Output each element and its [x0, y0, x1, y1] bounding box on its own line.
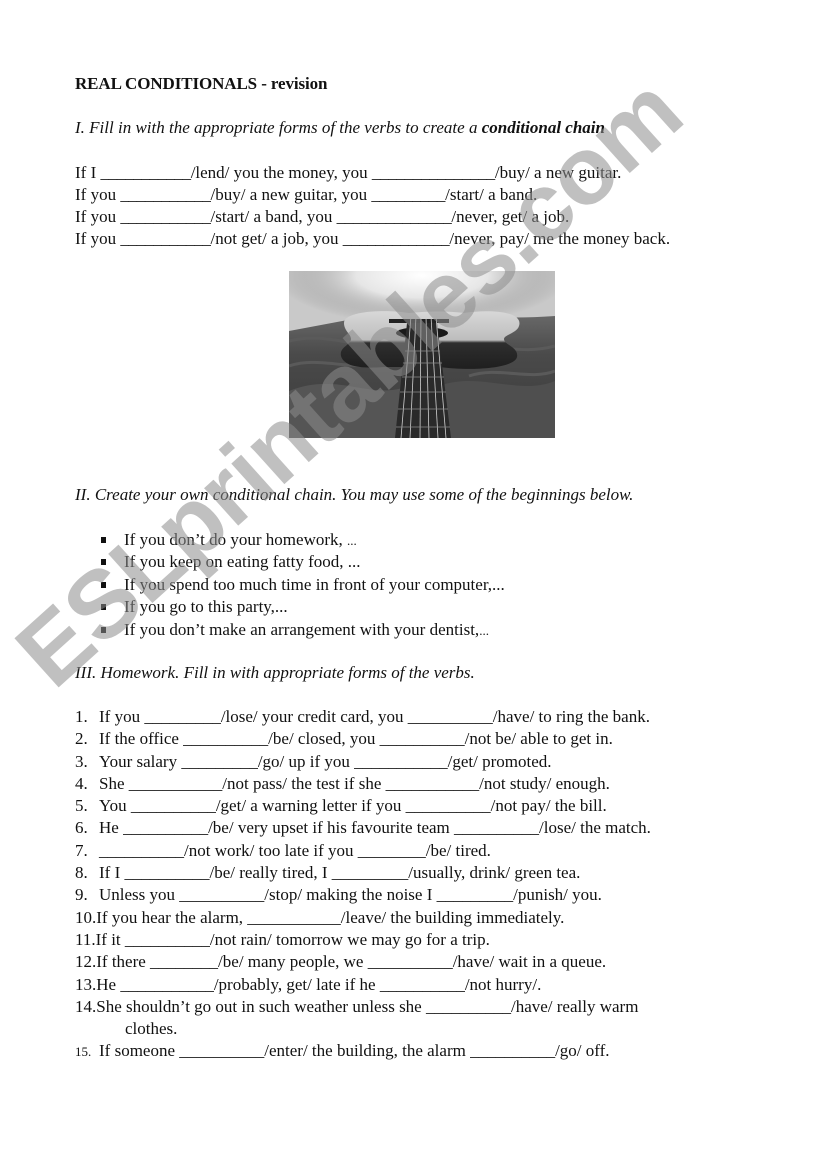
square-bullet-icon [101, 604, 106, 611]
list-item-text-main: If you go to this party,... [124, 597, 288, 617]
answer-blank[interactable]: _________ [371, 185, 445, 204]
exercise-item: 6. He __________/be/ very upset if his fa… [75, 817, 651, 839]
exercise-number: 14. [75, 996, 97, 1016]
answer-blank[interactable]: _____________ [343, 229, 450, 248]
answer-blank[interactable]: _______________ [372, 163, 495, 182]
exercise-text[interactable]: Unless you __________/stop/ making the n… [99, 885, 602, 904]
exercise-item: 8. If I __________/be/ really tired, I __… [75, 862, 651, 884]
section1-instruction-bold: conditional chain [481, 118, 605, 137]
list-item-text-main: If you keep on eating fatty food, ... [124, 552, 361, 572]
chain-line: If you ___________/not get/ a job, you _… [75, 228, 670, 250]
homework-list: 1. If you _________/lose/ your credit car… [75, 706, 651, 1063]
exercise-number: 10. [75, 907, 97, 927]
exercise-number: 2. [75, 729, 88, 749]
line-text: If you [75, 229, 121, 248]
answer-blank[interactable]: ______________ [337, 207, 452, 226]
guitar-photo-illustration [289, 271, 555, 438]
exercise-number: 7. [75, 840, 88, 860]
exercise-text[interactable]: If you _________/lose/ your credit card,… [99, 707, 650, 726]
list-item-text: If you go to this party,... [124, 596, 288, 618]
exercise-item: 9. Unless you __________/stop/ making the… [75, 884, 651, 906]
square-bullet-icon [101, 626, 106, 633]
line-text: If I [75, 163, 101, 182]
exercise-text[interactable]: __________/not work/ too late if you ___… [99, 841, 491, 860]
exercise-text[interactable]: You __________/get/ a warning letter if … [99, 796, 607, 815]
line-text: /buy/ a new guitar, you [210, 185, 372, 204]
list-item-text: If you don’t do your homework, ... [124, 529, 357, 552]
exercise-item: 3. Your salary _________/go/ up if you __… [75, 751, 651, 773]
exercise-continuation: clothes. [125, 1019, 178, 1039]
list-item-ellipsis: ... [479, 622, 489, 638]
exercise-item: 2. If the office __________/be/ closed, y… [75, 728, 651, 750]
exercise-text[interactable]: If the office __________/be/ closed, you… [99, 729, 613, 748]
answer-blank[interactable]: ___________ [120, 185, 211, 204]
exercise-item: 11.If it __________/not rain/ tomorrow w… [75, 929, 651, 951]
list-item-text-main: If you don’t do your homework, [124, 530, 348, 549]
list-item-text-main: If you spend too much time in front of y… [124, 574, 505, 594]
exercise-number: 3. [75, 751, 88, 771]
exercise-number: 1. [75, 707, 88, 726]
list-item-text: If you spend too much time in front of y… [124, 574, 505, 596]
line-text: /not get/ a job, you [210, 229, 343, 248]
square-bullet-icon [101, 581, 106, 588]
line-text: /never, pay/ me the money back. [449, 229, 671, 248]
exercise-text[interactable]: He __________/be/ very upset if his favo… [99, 818, 651, 837]
exercise-item: 12.If there ________/be/ many people, we… [75, 951, 651, 973]
line-text: If you [75, 185, 121, 204]
line-text: /buy/ a new guitar. [494, 163, 622, 182]
exercise-item: 10.If you hear the alarm, ___________/le… [75, 907, 651, 929]
list-item-text: If you keep on eating fatty food, ... [124, 551, 361, 573]
exercise-text[interactable]: If someone __________/enter/ the buildin… [99, 1041, 610, 1060]
answer-blank[interactable]: ___________ [120, 229, 211, 248]
list-item-text: If you don’t make an arrangement with yo… [124, 619, 489, 642]
section3-instruction: III. Homework. Fill in with appropriate … [75, 663, 475, 682]
exercise-text[interactable]: Your salary _________/go/ up if you ____… [99, 752, 552, 771]
exercise-text[interactable]: If you hear the alarm, ___________/leave… [96, 908, 564, 927]
exercise-item: 15. If someone __________/enter/ the buil… [75, 1040, 651, 1062]
exercise-item: 4. She ___________/not pass/ the test if … [75, 773, 651, 795]
square-bullet-icon [101, 537, 106, 543]
chain-line: If you ___________/start/ a band, you __… [75, 206, 569, 228]
exercise-number: 15. [75, 1044, 92, 1060]
answer-blank[interactable]: ___________ [100, 163, 191, 182]
exercise-text[interactable]: If I __________/be/ really tired, I ____… [99, 863, 580, 882]
list-item-text-main: If you don’t make an arrangement with yo… [124, 619, 480, 639]
exercise-number: 4. [75, 773, 88, 793]
chain-line: If you ___________/buy/ a new guitar, yo… [75, 184, 537, 206]
exercise-number: 9. [75, 885, 88, 905]
list-item-ellipsis: ... [347, 533, 357, 548]
exercise-text[interactable]: She shouldn’t go out in such weather unl… [96, 997, 638, 1016]
exercise-item: 5. You __________/get/ a warning letter i… [75, 795, 651, 817]
line-text: /never, get/ a job. [451, 207, 570, 226]
square-bullet-icon [101, 559, 106, 566]
guitar-photo [289, 271, 555, 438]
exercise-text[interactable]: If it __________/not rain/ tomorrow we m… [96, 930, 490, 949]
chain-line: If I ___________/lend/ you the money, yo… [75, 162, 621, 184]
section2-instruction: II. Create your own conditional chain. Y… [75, 485, 634, 504]
line-text: If you [75, 207, 121, 226]
exercise-number: 12. [75, 952, 97, 972]
exercise-text[interactable]: If there ________/be/ many people, we __… [96, 952, 606, 971]
exercise-number: 5. [75, 796, 88, 816]
section1-instruction: I. Fill in with the appropriate forms of… [75, 118, 605, 138]
worksheet-title: REAL CONDITIONALS - revision [75, 74, 328, 93]
line-text: /lend/ you the money, you [190, 163, 372, 182]
exercise-text[interactable]: He ___________/probably, get/ late if he… [96, 975, 541, 994]
answer-blank[interactable]: ___________ [120, 207, 211, 226]
exercise-number: 11. [75, 929, 96, 949]
section1-instruction-text: I. Fill in with the appropriate forms of… [75, 118, 482, 137]
line-text: /start/ a band, you [210, 207, 337, 226]
exercise-item: 7. __________/not work/ too late if you _… [75, 840, 651, 862]
exercise-number: 8. [75, 863, 88, 883]
exercise-item: 14.She shouldn’t go out in such weather … [75, 996, 651, 1018]
exercise-item: 13.He ___________/probably, get/ late if… [75, 974, 651, 996]
exercise-number: 13. [75, 974, 97, 994]
exercise-item: 1. If you _________/lose/ your credit car… [75, 706, 651, 728]
exercise-text[interactable]: She ___________/not pass/ the test if sh… [99, 774, 610, 793]
worksheet-page: REAL CONDITIONALS - revision I. Fill in … [0, 0, 821, 1161]
line-text: /start/ a band. [445, 185, 538, 204]
exercise-number: 6. [75, 818, 88, 838]
